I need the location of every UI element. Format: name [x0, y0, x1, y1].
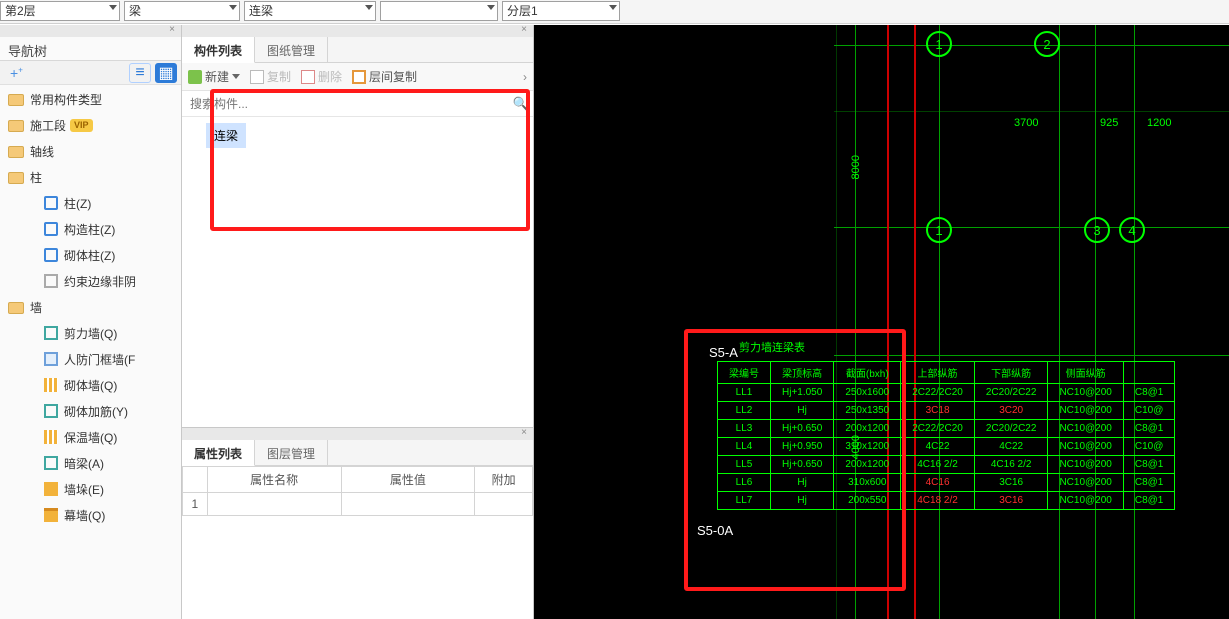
combo-floor[interactable]: 第2层: [0, 1, 120, 21]
tab-component-list[interactable]: 构件列表: [182, 37, 255, 63]
prop-col-add: 附加: [475, 467, 533, 493]
dim-8000: 8000: [850, 155, 862, 179]
tree-item-constr-col[interactable]: 构造柱(Z): [0, 217, 181, 243]
label-beam-table-title: 剪力墙连梁表: [739, 339, 805, 355]
label-s50a: S5-0A: [697, 523, 733, 538]
nav-tree: 常用构件类型 施工段VIP 轴线 柱 柱(Z) 构造柱(Z) 砌体柱(Z) 约束…: [0, 85, 181, 619]
tab-property-list[interactable]: 属性列表: [182, 440, 255, 466]
nav-view-grid-icon[interactable]: ▦: [155, 63, 177, 83]
axis-bubble-3: 3: [1084, 217, 1110, 243]
copy-button[interactable]: 复制: [250, 68, 291, 85]
label-s5a: S5-A: [709, 345, 738, 360]
prop-close-icon[interactable]: ×: [182, 428, 533, 440]
tree-item-masonry-col[interactable]: 砌体柱(Z): [0, 243, 181, 269]
combo-category[interactable]: 梁: [124, 1, 240, 21]
component-search-input[interactable]: [182, 91, 509, 116]
tree-item-masonry-rebar[interactable]: 砌体加筋(Y): [0, 399, 181, 425]
tab-layer-manage[interactable]: 图层管理: [255, 440, 328, 465]
combo-blank[interactable]: [380, 1, 498, 21]
tree-item-masonry-wall[interactable]: 砌体墙(Q): [0, 373, 181, 399]
search-icon[interactable]: 🔍: [509, 91, 533, 116]
component-item-lianliang[interactable]: 连梁: [206, 123, 246, 148]
tree-group-axis[interactable]: 轴线: [0, 139, 181, 165]
tab-drawing-manage[interactable]: 图纸管理: [255, 37, 328, 62]
tree-group-column[interactable]: 柱: [0, 165, 181, 191]
axis-bubble-1b: 1: [926, 217, 952, 243]
floor-copy-button[interactable]: 层间复制: [352, 68, 417, 85]
new-button[interactable]: 新建: [188, 68, 240, 85]
component-panel: × 构件列表 图纸管理 新建 复制 删除 层间复制 › 🔍 连梁 × 属性列表 …: [182, 25, 534, 619]
tree-item-curtain-wall[interactable]: 幕墙(Q): [0, 503, 181, 529]
top-toolbar: 第2层 梁 连梁 分层1: [0, 0, 1229, 24]
tree-item-insulation-wall[interactable]: 保温墙(Q): [0, 425, 181, 451]
nav-title: 导航树: [0, 37, 181, 61]
tree-item-doorframe-wall[interactable]: 人防门框墙(F: [0, 347, 181, 373]
prop-col-name: 属性名称: [207, 467, 341, 493]
tree-group-common[interactable]: 常用构件类型: [0, 87, 181, 113]
nav-view-list-icon[interactable]: ≡: [129, 63, 151, 83]
nav-close-icon[interactable]: ×: [0, 25, 181, 37]
prop-row-1[interactable]: 1: [183, 493, 208, 516]
dim-925: 925: [1100, 117, 1118, 129]
axis-bubble-1: 1: [926, 31, 952, 57]
combo-type[interactable]: 连梁: [244, 1, 376, 21]
tree-item-wall-pier[interactable]: 墙垛(E): [0, 477, 181, 503]
axis-bubble-4: 4: [1119, 217, 1145, 243]
mid-close-icon[interactable]: ×: [182, 25, 533, 37]
cad-viewport[interactable]: 1 2 1 3 4 3700 925 1200 8000 4000 S5-A S…: [534, 25, 1229, 619]
tree-item-column-z[interactable]: 柱(Z): [0, 191, 181, 217]
axis-bubble-2: 2: [1034, 31, 1060, 57]
prop-col-value: 属性值: [341, 467, 475, 493]
tree-item-shear-wall[interactable]: 剪力墙(Q): [0, 321, 181, 347]
dim-3700: 3700: [1014, 117, 1038, 129]
beam-table: 梁编号梁顶标高截面(bxh)上部纵筋下部纵筋侧面纵筋LL1Hj+1.050250…: [717, 361, 1175, 510]
toolbar-more-icon[interactable]: ›: [523, 70, 527, 84]
tree-item-hidden-beam[interactable]: 暗梁(A): [0, 451, 181, 477]
tree-group-wall[interactable]: 墙: [0, 295, 181, 321]
combo-layer[interactable]: 分层1: [502, 1, 620, 21]
delete-button[interactable]: 删除: [301, 68, 342, 85]
component-list: 连梁: [182, 117, 533, 427]
dim-1200: 1200: [1147, 117, 1171, 129]
component-toolbar: 新建 复制 删除 层间复制 ›: [182, 63, 533, 91]
tree-item-confined-edge[interactable]: 约束边缘非阴: [0, 269, 181, 295]
nav-add-icon[interactable]: ++: [4, 64, 22, 82]
tree-group-section[interactable]: 施工段VIP: [0, 113, 181, 139]
nav-panel: × 导航树 ++ ≡ ▦ 常用构件类型 施工段VIP 轴线 柱 柱(Z) 构造柱…: [0, 25, 182, 619]
